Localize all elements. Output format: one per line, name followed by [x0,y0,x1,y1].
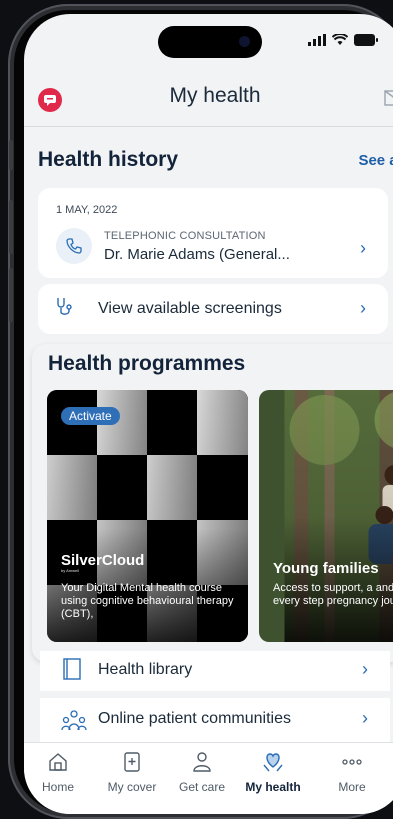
screenings-row[interactable]: View available screenings › [38,284,388,334]
health-library-label: Health library [98,661,192,679]
nav-label-get-care: Get care [164,780,240,794]
cover-icon [121,751,143,773]
consultation-type: TELEPHONIC CONSULTATION [104,230,266,242]
community-icon [60,708,88,732]
chevron-right-icon: › [362,659,368,680]
nav-label-my-cover: My cover [94,780,170,794]
status-bar [308,34,378,46]
see-all-link[interactable]: See all [358,152,393,169]
programme-name: SilverCloud [61,552,144,569]
nav-label-more: More [314,780,390,794]
care-icon [191,751,213,773]
nav-item-home[interactable]: Home [24,751,96,794]
camera-icon [239,36,250,47]
consultation-doctor: Dr. Marie Adams (General... [104,246,290,263]
silvercloud-card[interactable]: Activate SilverCloud by Amwell Your Digi… [47,390,248,642]
consultation-date: 1 MAY, 2022 [56,204,117,216]
health-library-row[interactable]: Health library › [40,651,390,691]
communities-label: Online patient communities [98,710,291,728]
consultation-card[interactable]: 1 MAY, 2022 TELEPHONIC CONSULTATION Dr. … [38,188,388,278]
heart-hands-icon [261,751,285,773]
chevron-right-icon: › [362,708,368,729]
screenings-label: View available screenings [98,300,282,318]
nav-label-home: Home [24,780,96,794]
header-divider [24,126,393,127]
volume-up-button [9,200,13,254]
chevron-right-icon: › [360,298,366,319]
book-icon [62,657,82,681]
app-screen: My health Health history See all 1 MAY, … [24,14,393,814]
dynamic-island [158,26,262,58]
battery-icon [354,34,378,46]
signal-icon [308,34,326,46]
top-bar: My health [24,68,393,126]
silent-switch [9,140,13,170]
programme-subbrand: by Amwell [61,568,79,573]
programme-description: Access to support, a and tools every ste… [273,582,393,608]
health-history-title: Health history [38,148,178,172]
stethoscope-icon [54,296,76,318]
nav-item-my-cover[interactable]: My cover [94,751,170,794]
programme-name: Young families [273,560,379,577]
bottom-nav: Home My cover Get care My health More [24,742,393,814]
young-families-card[interactable]: Young families Access to support, a and … [259,390,393,642]
nav-item-more[interactable]: More [314,751,390,794]
more-icon [341,751,363,773]
programme-description-text: Access to support, a and tools every ste… [273,582,393,608]
programmes-title: Health programmes [48,352,245,376]
nav-label-my-health: My health [235,780,311,794]
nav-item-get-care[interactable]: Get care [164,751,240,794]
phone-icon [56,228,92,264]
home-icon [47,751,69,773]
programmes-panel: Health programmes [32,344,393,662]
page-title: My health [24,84,393,108]
wifi-icon [332,34,348,46]
programme-description: Your Digital Mental health course using … [61,582,238,621]
nav-item-my-health[interactable]: My health [235,751,311,794]
volume-down-button [9,268,13,322]
activate-badge[interactable]: Activate [61,407,120,425]
mail-icon[interactable] [384,90,393,106]
communities-row[interactable]: Online patient communities › [40,698,390,742]
chevron-right-icon: › [360,238,366,259]
